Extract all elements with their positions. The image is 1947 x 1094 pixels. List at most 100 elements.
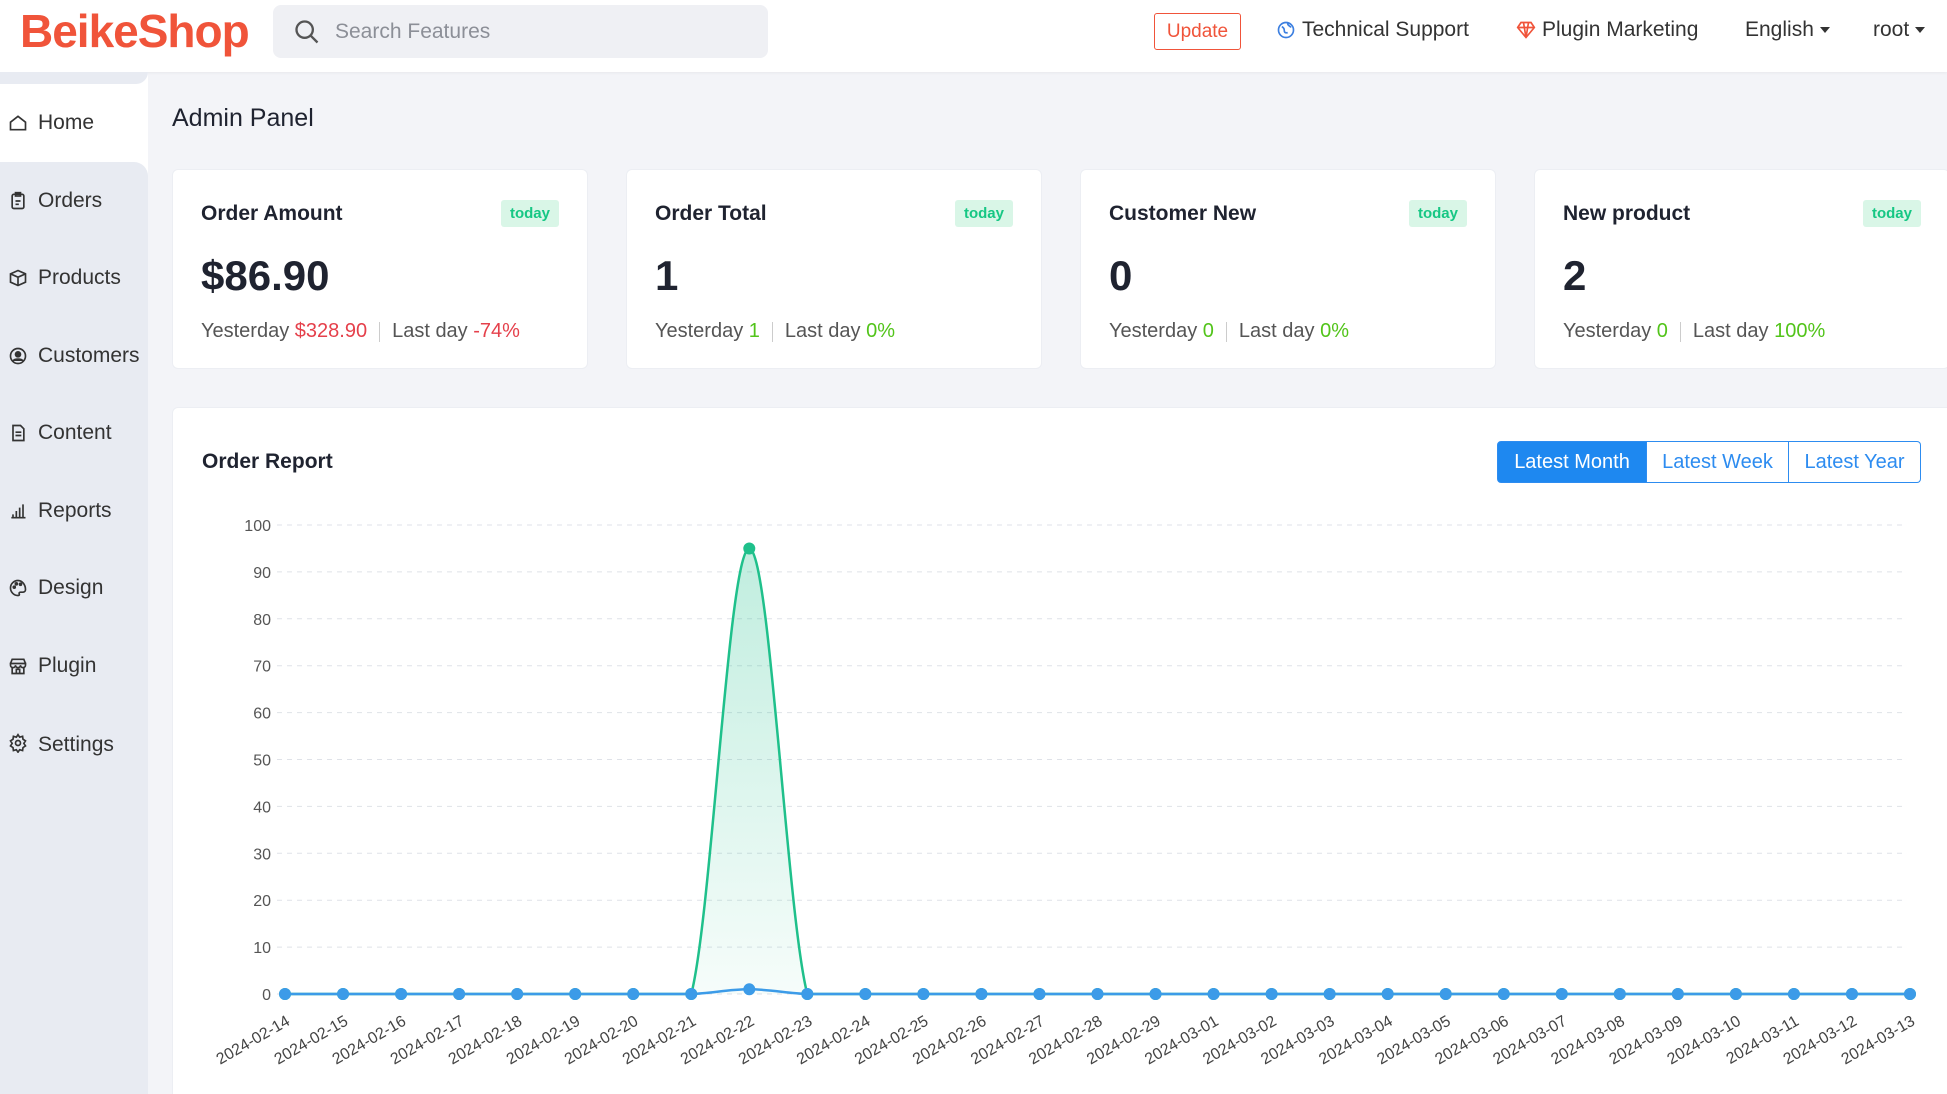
sidebar-item-label: Home bbox=[38, 111, 95, 134]
data-point bbox=[743, 542, 756, 555]
data-point bbox=[1033, 988, 1046, 1000]
sidebar-item-design[interactable]: Design bbox=[0, 549, 148, 627]
data-point bbox=[1555, 988, 1568, 1000]
globe-icon bbox=[1277, 21, 1295, 39]
yesterday-value: 1 bbox=[748, 320, 760, 342]
sidebar-item-plugin[interactable]: Plugin bbox=[0, 627, 148, 705]
clipboard-icon bbox=[11, 191, 25, 210]
yesterday-label: Yesterday bbox=[1563, 320, 1652, 342]
sidebar-item-orders[interactable]: Orders bbox=[0, 162, 148, 240]
stat-card-customer-new: Customer New today 0 Yesterday 0 Last day… bbox=[1080, 169, 1496, 369]
sidebar-item-settings[interactable]: Settings bbox=[0, 704, 148, 1094]
data-point bbox=[569, 988, 582, 1000]
search-box[interactable] bbox=[273, 5, 768, 58]
data-point bbox=[1613, 988, 1626, 1000]
yesterday-value: $328.90 bbox=[294, 320, 368, 342]
data-point bbox=[279, 988, 291, 1000]
data-point bbox=[511, 988, 524, 1000]
card-value: 1 bbox=[655, 252, 679, 299]
search-input[interactable] bbox=[335, 19, 735, 44]
y-tick-label: 40 bbox=[253, 799, 271, 816]
box-icon bbox=[9, 269, 27, 287]
data-point bbox=[1381, 988, 1394, 1000]
sidebar-item-customers[interactable]: Customers bbox=[0, 317, 148, 395]
sidebar-item-label: Content bbox=[38, 421, 112, 444]
caret-down-icon bbox=[1915, 27, 1926, 33]
divider bbox=[1679, 321, 1681, 342]
stat-card-order-amount: Order Amount today $86.90 Yesterday $328… bbox=[172, 169, 588, 369]
y-tick-label: 50 bbox=[253, 753, 271, 770]
data-point bbox=[1265, 988, 1278, 1000]
y-tick-label: 70 bbox=[253, 659, 271, 676]
order-report-chart: 01020304050607080901002024-02-142024-02-… bbox=[214, 518, 1918, 1068]
today-badge: today bbox=[954, 200, 1013, 227]
card-footer: Yesterday 0 Last day 0% bbox=[1109, 320, 1349, 343]
data-point bbox=[685, 988, 698, 1000]
data-point bbox=[1497, 988, 1510, 1000]
data-point bbox=[395, 988, 408, 1000]
sidebar-item-label: Orders bbox=[38, 189, 103, 212]
data-point bbox=[743, 983, 756, 996]
technical-support-link[interactable]: Technical Support bbox=[1276, 18, 1469, 42]
data-point bbox=[627, 988, 640, 1000]
series-area-fill bbox=[285, 548, 1910, 994]
sidebar-item-label: Customers bbox=[38, 344, 140, 367]
technical-support-label: Technical Support bbox=[1302, 18, 1469, 41]
yesterday-label: Yesterday bbox=[1109, 320, 1198, 342]
card-title: Order Total bbox=[655, 202, 767, 225]
divider bbox=[771, 321, 773, 342]
divider bbox=[1225, 321, 1227, 342]
yesterday-value: 0 bbox=[1202, 320, 1214, 342]
store-icon bbox=[9, 658, 27, 675]
home-icon bbox=[9, 115, 27, 131]
page-title: Admin Panel bbox=[172, 104, 314, 132]
card-footer: Yesterday 1 Last day 0% bbox=[655, 320, 895, 343]
plugin-marketing-link[interactable]: Plugin Marketing bbox=[1516, 18, 1698, 42]
caret-down-icon bbox=[1819, 27, 1830, 33]
card-title: New product bbox=[1563, 202, 1691, 225]
y-tick-label: 30 bbox=[253, 846, 271, 863]
palette-icon bbox=[9, 579, 27, 597]
lastday-label: Last day bbox=[392, 320, 468, 342]
data-point bbox=[859, 988, 872, 1000]
user-dropdown[interactable]: root bbox=[1873, 18, 1926, 42]
stat-card-new-product: New product today 2 Yesterday 0 Last day … bbox=[1534, 169, 1947, 369]
data-point bbox=[1091, 988, 1104, 1000]
y-tick-label: 90 bbox=[253, 565, 271, 582]
data-point bbox=[917, 988, 930, 1000]
data-point bbox=[1787, 988, 1800, 1000]
document-icon bbox=[12, 424, 25, 442]
y-tick-label: 60 bbox=[253, 706, 271, 723]
today-badge: today bbox=[500, 200, 559, 227]
data-point bbox=[1439, 988, 1452, 1000]
today-badge: today bbox=[1408, 200, 1467, 227]
card-title: Customer New bbox=[1109, 202, 1257, 225]
y-tick-label: 0 bbox=[262, 987, 271, 1004]
lastday-value: 0% bbox=[866, 320, 895, 342]
language-dropdown[interactable]: English bbox=[1745, 18, 1830, 42]
data-point bbox=[1729, 988, 1742, 1000]
bar-chart-icon bbox=[11, 504, 26, 519]
sidebar-item-label: Reports bbox=[38, 499, 112, 522]
sidebar-item-reports[interactable]: Reports bbox=[0, 472, 148, 550]
lastday-label: Last day bbox=[1238, 320, 1315, 342]
sidebar-item-content[interactable]: Content bbox=[0, 394, 148, 472]
logo[interactable]: BeikeShop bbox=[20, 4, 250, 58]
data-point bbox=[1904, 988, 1916, 1000]
card-value: 2 bbox=[1563, 252, 1587, 299]
stat-card-order-total: Order Total today 1 Yesterday 1 Last day … bbox=[626, 169, 1042, 369]
language-label: English bbox=[1745, 18, 1814, 41]
data-point bbox=[1671, 988, 1684, 1000]
order-report-panel: Order Report Latest Month Latest Week La… bbox=[172, 407, 1947, 1094]
data-point bbox=[801, 988, 814, 1000]
sidebar-item-label: Plugin bbox=[38, 654, 97, 677]
data-point bbox=[1845, 988, 1858, 1000]
sidebar-cap bbox=[0, 72, 148, 84]
divider bbox=[379, 321, 381, 342]
today-badge: today bbox=[1862, 200, 1921, 227]
update-button[interactable]: Update bbox=[1154, 13, 1241, 50]
sidebar-item-home[interactable]: Home bbox=[0, 84, 148, 162]
yesterday-label: Yesterday bbox=[201, 320, 290, 342]
top-bar: BeikeShop Update Technical Support Plugi… bbox=[0, 0, 1947, 72]
sidebar-item-products[interactable]: Products bbox=[0, 239, 148, 317]
